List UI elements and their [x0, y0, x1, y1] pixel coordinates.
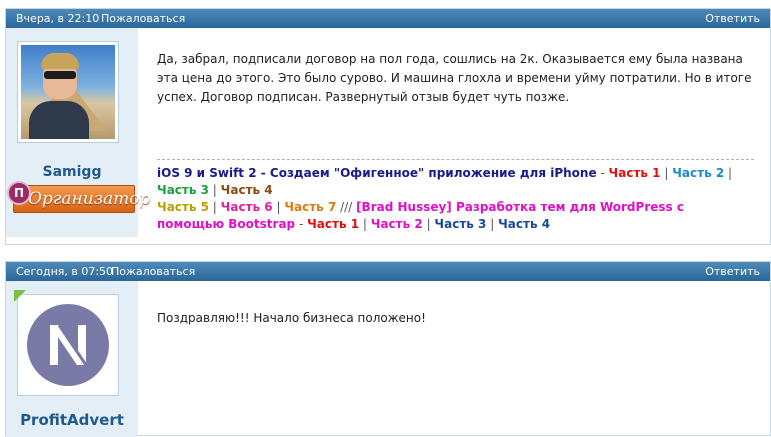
signature-c2-part1[interactable]: Часть 1: [307, 217, 359, 231]
report-link[interactable]: Пожаловаться: [111, 262, 195, 281]
signature-c1-part7[interactable]: Часть 7: [284, 200, 336, 214]
post-header: Вчера, в 22:10 Пожаловаться Ответить: [6, 9, 770, 28]
signature-c2-part2[interactable]: Часть 2: [371, 217, 423, 231]
online-marker-icon: [14, 290, 26, 302]
signature-separator: |: [422, 217, 435, 231]
signature-separator: |: [660, 166, 673, 180]
forum-post: Сегодня, в 07:50 Пожаловаться Ответить P…: [5, 261, 771, 437]
signature-separator: |: [359, 217, 371, 231]
post-header: Сегодня, в 07:50 Пожаловаться Ответить: [6, 262, 770, 281]
signature-dash: -: [295, 217, 308, 231]
avatar[interactable]: [17, 294, 119, 396]
avatar-photo: [21, 45, 115, 139]
badge-ribbon: Организатор: [13, 185, 150, 213]
author-name[interactable]: Samigg: [6, 164, 138, 180]
author-name[interactable]: ProfitAdvert: [6, 411, 138, 429]
avatar-body: [29, 101, 89, 139]
author-panel: ProfitAdvert: [6, 281, 138, 437]
forum-post: Вчера, в 22:10 Пожаловаться Ответить Sam…: [5, 8, 771, 245]
signature-separator: |: [486, 217, 499, 231]
signature-c1-part5[interactable]: Часть 5: [157, 200, 209, 214]
report-link[interactable]: Пожаловаться: [101, 9, 185, 28]
sunglasses-icon: [44, 71, 76, 79]
post-date: Вчера, в 22:10: [16, 12, 100, 25]
signature-c1-part2[interactable]: Часть 2: [672, 166, 724, 180]
post-message: Поздравляю!!! Начало бизнеса положено!: [157, 311, 426, 325]
signature-separator: |: [208, 183, 221, 197]
signature-separator: |: [272, 200, 285, 214]
reply-link[interactable]: Ответить: [705, 262, 760, 281]
signature-c1-part1[interactable]: Часть 1: [609, 166, 661, 180]
signature-course1-title[interactable]: iOS 9 и Swift 2 - Создаем "Офигенное" пр…: [157, 166, 597, 180]
avatar-hair: [41, 53, 79, 69]
badge-letter-icon: П: [7, 181, 31, 205]
author-panel: Samigg Организатор П: [6, 28, 150, 237]
signature-c2-part4[interactable]: Часть 4: [498, 217, 550, 231]
signature-c1-part3[interactable]: Часть 3: [157, 183, 209, 197]
signature-c1-part6[interactable]: Часть 6: [221, 200, 273, 214]
signature-separator: |: [724, 166, 733, 180]
post-date: Сегодня, в 07:50: [16, 265, 114, 278]
post-message: Да, забрал, подписали договор на пол год…: [157, 52, 752, 104]
signature-c2-part3[interactable]: Часть 3: [434, 217, 486, 231]
reply-link[interactable]: Ответить: [705, 9, 760, 28]
signature-c1-part4[interactable]: Часть 4: [221, 183, 273, 197]
organizer-badge: Организатор П: [7, 181, 150, 215]
avatar[interactable]: [17, 41, 119, 143]
signature-dash: -: [596, 166, 609, 180]
avatar-logo: [21, 298, 115, 392]
n-logo-icon: [27, 304, 109, 386]
signature-slashes: ///: [336, 200, 357, 214]
post-signature: iOS 9 и Swift 2 - Создаем "Офигенное" пр…: [157, 159, 754, 233]
signature-separator: |: [208, 200, 221, 214]
